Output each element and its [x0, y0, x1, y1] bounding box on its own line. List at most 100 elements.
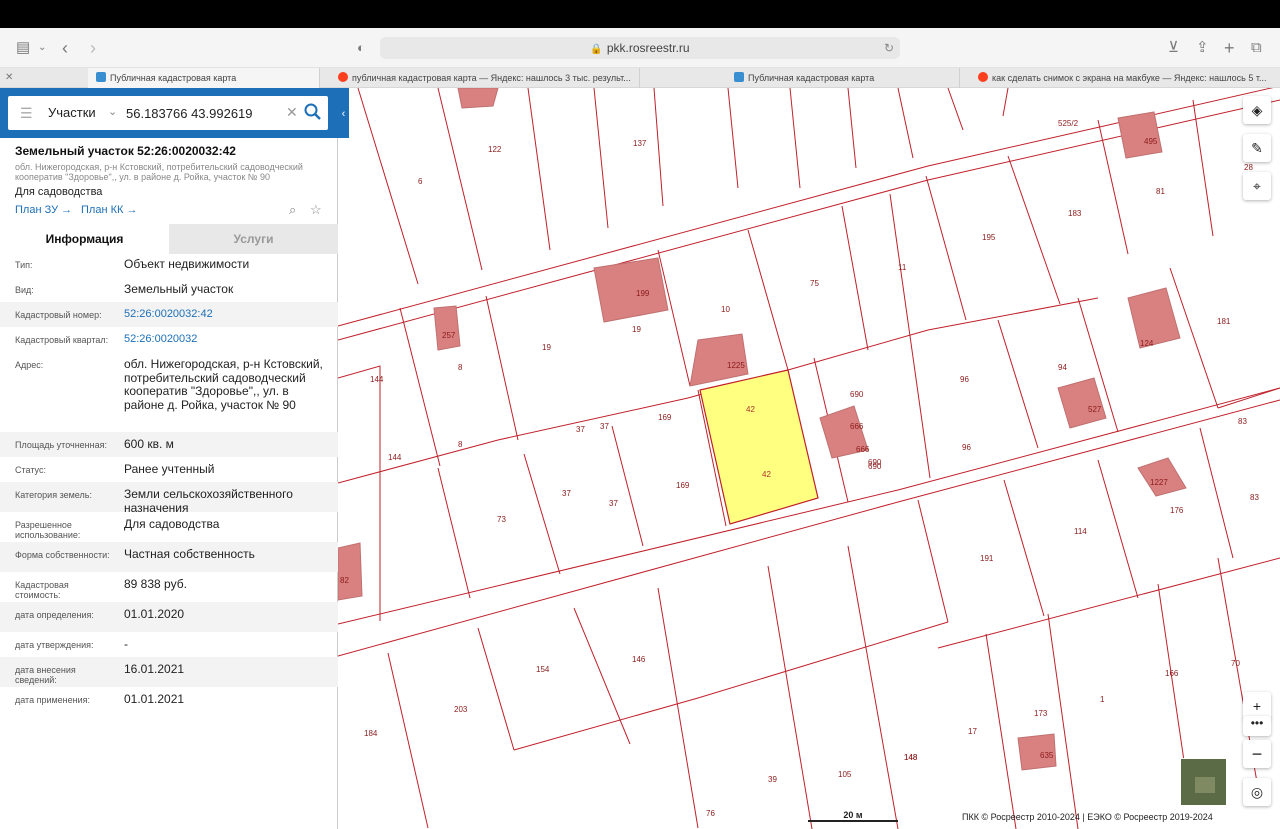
- close-tab-icon[interactable]: ✕: [5, 68, 13, 88]
- info-row: Кадастровый квартал: 52:26:0020032: [0, 327, 338, 352]
- parcel-number-label: 19: [542, 343, 551, 352]
- info-row-value: -: [124, 637, 128, 651]
- info-row: Площадь уточненная: 600 кв. м: [0, 432, 338, 457]
- parcel-number-label: 176: [1170, 506, 1184, 515]
- back-icon[interactable]: ‹: [62, 38, 68, 58]
- sidebar-icon[interactable]: ▤: [16, 38, 30, 58]
- parcel-number-label: 8: [458, 440, 463, 449]
- object-title: Земельный участок 52:26:0020032:42: [15, 144, 236, 158]
- locate-button[interactable]: ⌖: [1243, 172, 1271, 200]
- parcel-number-label: 495: [1144, 137, 1158, 146]
- info-row: Разрешенное использование: Для садоводств…: [0, 512, 338, 542]
- map-canvas[interactable]: 1221376525/22849581183195117510199191925…: [338, 88, 1280, 829]
- system-menu-bar: [0, 0, 1280, 28]
- clear-icon[interactable]: ✕: [286, 104, 298, 121]
- search-icon[interactable]: [303, 102, 323, 122]
- parcel-number-label: 166: [1165, 669, 1179, 678]
- parcel-number-label: 37: [600, 422, 609, 431]
- tab-pkk-2[interactable]: Публичная кадастровая карта: [726, 68, 960, 88]
- tab-services[interactable]: Услуги: [169, 224, 338, 254]
- search-input[interactable]: [126, 103, 276, 123]
- selected-parcel-label: 42: [762, 470, 771, 479]
- parcel-number-label: 83: [1238, 417, 1247, 426]
- yandex-icon: [978, 72, 988, 82]
- info-row: Категория земель: Земли сельскохозяйствен…: [0, 482, 338, 515]
- parcel-number-label: 169: [658, 413, 672, 422]
- reload-icon[interactable]: ↻: [884, 37, 894, 59]
- parcel-number-label: 83: [1250, 493, 1259, 502]
- plan-kk-link[interactable]: План КК →: [81, 204, 137, 216]
- object-address: обл. Нижегородская, р-н Кстовский, потре…: [15, 162, 303, 182]
- menu-icon[interactable]: ☰: [20, 105, 33, 122]
- info-row-value: Земли сельскохозяйственного назначения: [124, 487, 293, 515]
- parcel-number-label: 144: [388, 453, 402, 462]
- parcel-number-label: 184: [364, 729, 378, 738]
- basemap-thumbnail[interactable]: [1180, 758, 1227, 806]
- parcel-number-label: 19: [632, 325, 641, 334]
- layers-button[interactable]: ◈: [1243, 96, 1271, 124]
- tab-label: как сделать снимок с экрана на макбуке —…: [992, 73, 1267, 83]
- info-row-value[interactable]: 52:26:0020032:42: [124, 308, 329, 322]
- parcel-number-label: 70: [1231, 659, 1240, 668]
- tab-yandex-2[interactable]: как сделать снимок с экрана на макбуке —…: [970, 68, 1270, 88]
- parcel-number-label: 635: [1040, 751, 1054, 760]
- parcel-number-label: 257: [442, 331, 456, 340]
- info-row-value: 89 838 руб.: [124, 577, 187, 591]
- parcel-number-label: 122: [488, 145, 502, 154]
- parcel-number-label: 37: [576, 425, 585, 434]
- parcel-number-label: 8: [458, 363, 463, 372]
- chevron-down-icon[interactable]: ⌄: [108, 105, 117, 118]
- tab-label: публичная кадастровая карта — Яндекс: на…: [352, 73, 631, 83]
- cadastral-map[interactable]: 122 137 6 525/2 28 495 81 183 195 11 75 10 199 19 19 25…: [338, 88, 1280, 829]
- chevron-down-icon[interactable]: ⌄: [38, 38, 46, 58]
- parcel-number-label: 28: [1244, 163, 1253, 172]
- parcel-number-label: 144: [370, 375, 384, 384]
- parcel-number-label: 6: [418, 177, 423, 186]
- tab-info[interactable]: Информация: [0, 224, 169, 254]
- star-icon[interactable]: ☆: [310, 202, 322, 218]
- collapse-panel-button[interactable]: ‹: [338, 104, 349, 124]
- parcel-number-label: 1: [1100, 695, 1105, 704]
- ruler-button[interactable]: ✎: [1243, 134, 1271, 162]
- more-zoom-button[interactable]: •••: [1243, 716, 1271, 736]
- info-row-value[interactable]: 52:26:0020032: [124, 333, 329, 347]
- info-row-value: Объект недвижимости: [124, 257, 250, 271]
- parcel-number-label: 75: [810, 279, 819, 288]
- tab-yandex-1[interactable]: публичная кадастровая карта — Яндекс: на…: [330, 68, 640, 88]
- search-box: ☰ Участки ⌄ ✕: [8, 96, 328, 130]
- zoom-out-button[interactable]: −: [1243, 740, 1271, 768]
- parcel-number-label: 94: [1058, 363, 1067, 372]
- info-row-label: Категория земель:: [15, 490, 92, 500]
- info-row-label: Кадастровый квартал:: [15, 335, 109, 345]
- parcel-number-label: 82: [340, 576, 349, 585]
- parcel-number-label: 11: [898, 263, 907, 272]
- info-row-value: 01.01.2020: [124, 607, 185, 621]
- parcel-number-label: 203: [454, 705, 468, 714]
- new-tab-icon[interactable]: +: [1224, 38, 1235, 58]
- info-row: Кадастровый номер: 52:26:0020032:42: [0, 302, 338, 327]
- info-row-label: Разрешенное использование:: [15, 520, 81, 540]
- parcel-number-label: 148: [904, 753, 918, 762]
- download-icon[interactable]: ⊻: [1168, 38, 1179, 58]
- info-panel: ☰ Участки ⌄ ✕ ‹ Земельный участок 52:26:…: [0, 88, 349, 829]
- parcel-number-label: 666: [850, 422, 864, 431]
- address-bar[interactable]: 🔒 pkk.rosreestr.ru ↻: [380, 37, 900, 59]
- privacy-shield-icon[interactable]: ◐: [357, 38, 365, 58]
- search-type-select[interactable]: Участки: [48, 105, 96, 120]
- parcel-number-label: 76: [706, 809, 715, 818]
- tab-pkk-1[interactable]: Публичная кадастровая карта: [88, 68, 320, 88]
- parcel-number-label: 124: [1140, 339, 1154, 348]
- share-icon[interactable]: ⇪: [1196, 38, 1209, 58]
- tab-overview-icon[interactable]: ⧉: [1251, 38, 1262, 58]
- plan-zu-link[interactable]: План ЗУ →: [15, 204, 72, 216]
- parcel-number-label: 527: [1088, 405, 1102, 414]
- zoom-to-object-icon[interactable]: ⌕: [289, 202, 296, 218]
- parcel-number-label: 191: [980, 554, 994, 563]
- pkk-icon: [96, 72, 106, 82]
- forward-icon[interactable]: ›: [90, 38, 96, 58]
- compass-button[interactable]: ◎: [1243, 778, 1271, 806]
- info-row-label: дата внесения сведений:: [15, 665, 76, 685]
- search-bar: ☰ Участки ⌄ ✕ ‹: [0, 88, 349, 138]
- info-row-label: Кадастровая стоимость:: [15, 580, 69, 600]
- info-row-label: Кадастровый номер:: [15, 310, 102, 320]
